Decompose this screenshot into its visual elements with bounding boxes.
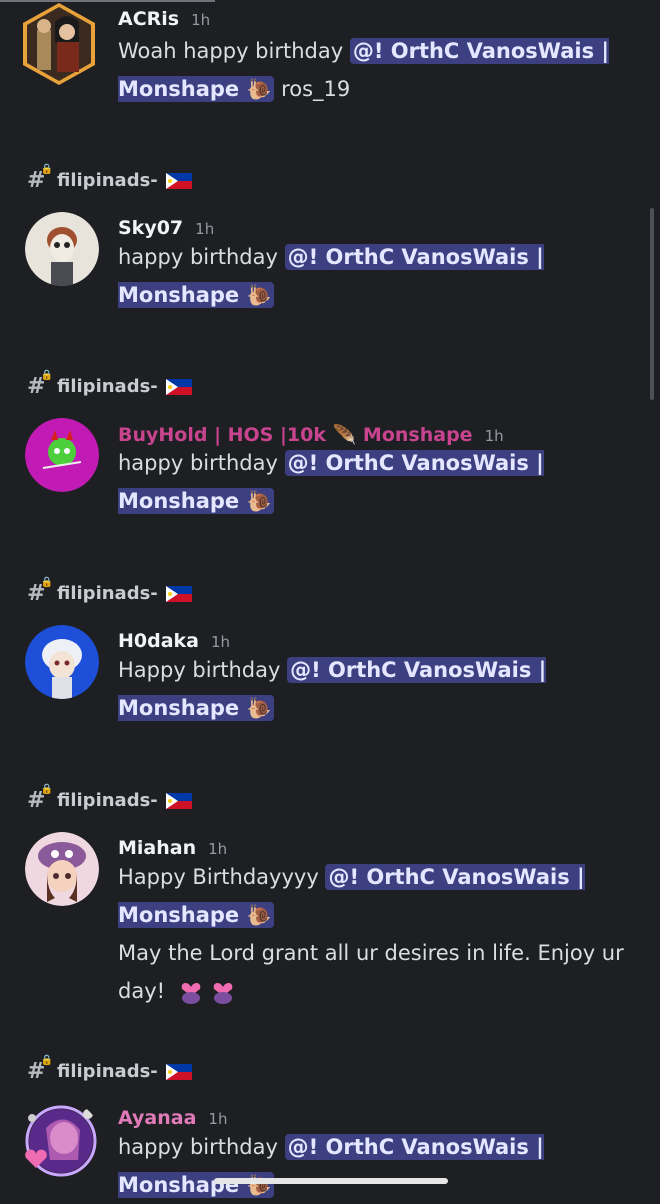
avatar-ayanaa[interactable] (20, 1100, 102, 1182)
philippines-flag-icon (165, 585, 192, 602)
avatar-acris[interactable] (17, 2, 101, 86)
scrollbar[interactable] (650, 208, 654, 400)
message-content: Woah happy birthday @! OrthC VanosWais |… (118, 38, 610, 102)
message-content: Happy birthday @! OrthC VanosWais | Monsh… (118, 657, 547, 721)
bird-emoji: 🪶 (332, 424, 357, 446)
timestamp: 1h (211, 633, 231, 651)
author-name[interactable]: BuyHold | HOS |10k 🪶 Monshape (118, 423, 473, 446)
private-channel-icon: # 🔒 (27, 164, 53, 193)
channel-label[interactable]: # 🔒 filipinads- (27, 370, 192, 399)
private-channel-icon: # 🔒 (27, 370, 53, 399)
private-channel-icon: # 🔒 (27, 784, 53, 813)
avatar-miahan[interactable] (25, 832, 99, 906)
message-content: happy birthday @! OrthC VanosWais | Monsh… (118, 1134, 544, 1198)
author-name[interactable]: H0daka (118, 630, 199, 652)
timestamp: 1h (208, 840, 228, 858)
snail-emoji: 🐌 (246, 696, 272, 720)
philippines-flag-icon (165, 1063, 192, 1080)
channel-label[interactable]: # 🔒 filipinads- (27, 577, 192, 606)
snail-emoji: 🐌 (246, 903, 272, 927)
private-channel-icon: # 🔒 (27, 577, 53, 606)
heart-pepe-emoji[interactable] (210, 979, 236, 1005)
avatar-buyhold[interactable] (25, 418, 99, 492)
private-channel-icon: # 🔒 (27, 1055, 53, 1084)
author-name[interactable]: Sky07 (118, 217, 183, 239)
author-name[interactable]: Ayanaa (118, 1107, 196, 1129)
channel-label[interactable]: # 🔒 filipinads- (27, 164, 192, 193)
snail-emoji: 🐌 (246, 77, 272, 101)
avatar-sky07[interactable] (25, 212, 99, 286)
timestamp: 1h (195, 220, 215, 238)
channel-label[interactable]: # 🔒 filipinads- (27, 1055, 192, 1084)
timestamp: 1h (208, 1110, 228, 1128)
heart-pepe-emoji[interactable] (178, 979, 204, 1005)
timestamp: 1h (191, 11, 211, 29)
author-name[interactable]: ACRis (118, 8, 179, 30)
philippines-flag-icon (165, 378, 192, 395)
avatar-h0daka[interactable] (25, 625, 99, 699)
message-content: happy birthday @! OrthC VanosWais | Monsh… (118, 244, 544, 308)
snail-emoji: 🐌 (246, 489, 272, 513)
home-indicator[interactable] (214, 1178, 448, 1184)
philippines-flag-icon (165, 792, 192, 809)
snail-emoji: 🐌 (246, 283, 272, 307)
top-divider (0, 0, 215, 2)
philippines-flag-icon (165, 172, 192, 189)
author-name[interactable]: Miahan (118, 837, 196, 859)
timestamp: 1h (484, 427, 504, 445)
snail-emoji: 🐌 (246, 1173, 272, 1197)
channel-label[interactable]: # 🔒 filipinads- (27, 784, 192, 813)
message-content: Happy Birthdayyyy @! OrthC VanosWais | Mo… (118, 864, 624, 1005)
message-content: happy birthday @! OrthC VanosWais | Monsh… (118, 450, 544, 514)
